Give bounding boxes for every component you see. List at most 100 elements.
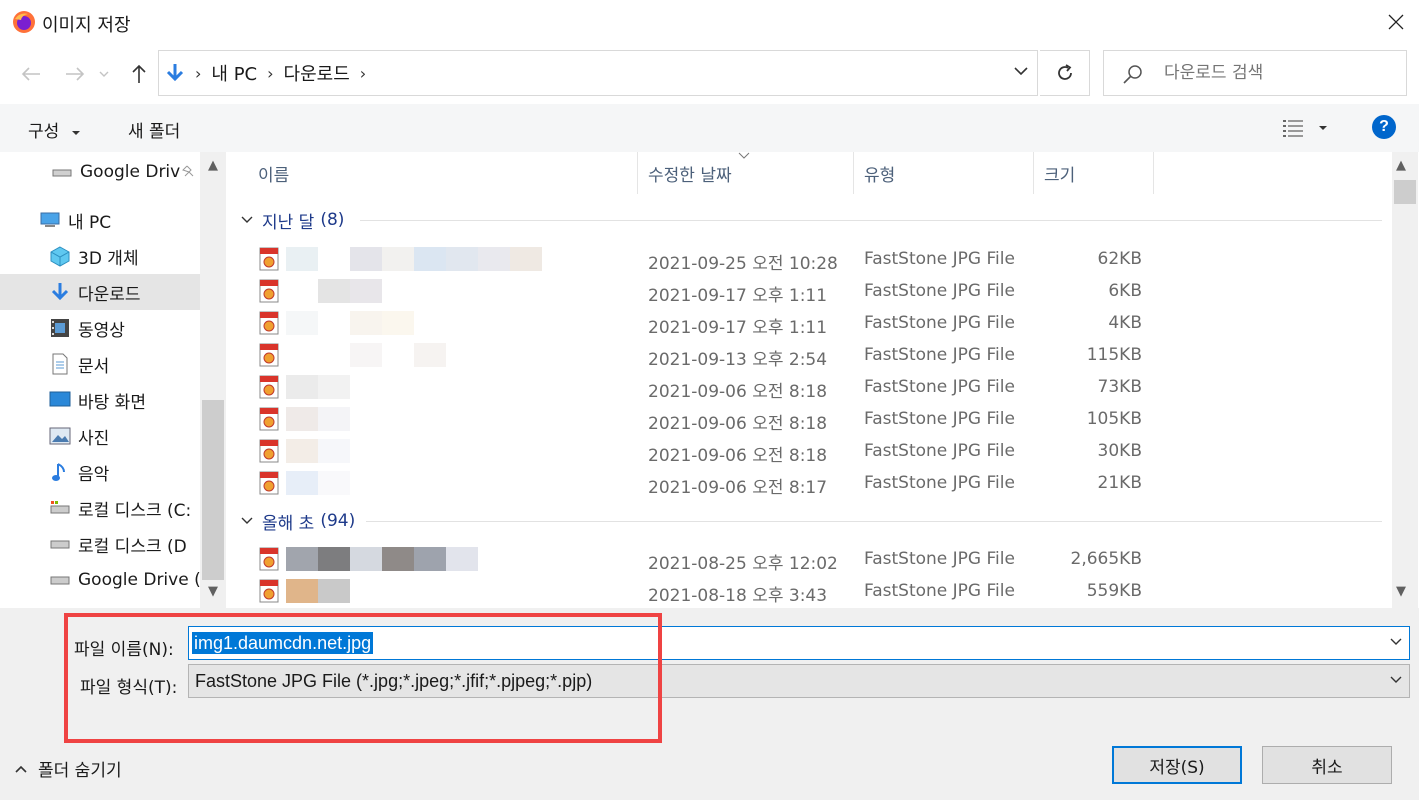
- group-header-last-month[interactable]: 지난 달 (8): [240, 205, 344, 235]
- forward-button[interactable]: [60, 58, 90, 90]
- sidebar-item-3d-objects[interactable]: 3D 개체: [0, 238, 200, 274]
- file-size: 73KB: [1097, 377, 1142, 397]
- sidebar-item-google-drive[interactable]: Google Driv: [0, 154, 200, 190]
- column-header-modified-label: 수정한 날짜: [648, 165, 732, 186]
- column-header-name[interactable]: 이름: [248, 152, 638, 194]
- save-button[interactable]: 저장(S): [1112, 746, 1242, 784]
- refresh-icon: [1057, 64, 1072, 80]
- file-row[interactable]: 2021-09-06 오전 8:18 FastStone JPG File 105K…: [230, 403, 1380, 435]
- caret-down-icon: [1319, 126, 1327, 130]
- sidebar-item-videos[interactable]: 동영상: [0, 310, 200, 346]
- chevron-down-icon[interactable]: [1013, 63, 1029, 79]
- sidebar-item-label: 음악: [78, 464, 110, 485]
- jpg-file-icon: [258, 547, 280, 571]
- cancel-button[interactable]: 취소: [1262, 746, 1392, 784]
- sidebar-item-pc[interactable]: 내 PC: [0, 202, 200, 238]
- file-type: FastStone JPG File: [864, 249, 1015, 269]
- jpg-file-icon: [258, 247, 280, 271]
- jpg-file-icon: [258, 279, 280, 303]
- file-modified-date: 2021-09-17 오후 1:11: [648, 286, 828, 306]
- breadcrumb-separator-icon: ›: [195, 63, 202, 83]
- scroll-down-icon[interactable]: ▼: [204, 584, 222, 602]
- highlight-annotation-box: [64, 613, 662, 743]
- sidebar-item-local-disk-c[interactable]: 로컬 디스크 (C:: [0, 490, 200, 526]
- column-header-size[interactable]: 크기: [1034, 152, 1154, 194]
- file-size: 105KB: [1086, 409, 1142, 429]
- scrollbar-thumb[interactable]: [1394, 180, 1416, 204]
- document-icon: [48, 353, 72, 375]
- column-header-type[interactable]: 유형: [854, 152, 1034, 194]
- sidebar-item-downloads[interactable]: 다운로드: [0, 274, 200, 310]
- file-row[interactable]: 2021-09-13 오후 2:54 FastStone JPG File 115K…: [230, 339, 1380, 371]
- file-size: 115KB: [1086, 345, 1142, 365]
- new-folder-button[interactable]: 새 폴더: [128, 117, 180, 142]
- file-row[interactable]: 2021-08-25 오후 12:02 FastStone JPG File 2,6…: [230, 543, 1380, 575]
- sidebar-scrollbar[interactable]: ▲ ▼: [200, 152, 226, 608]
- recent-locations-button[interactable]: [94, 58, 114, 90]
- column-header-modified[interactable]: 수정한 날짜: [638, 152, 854, 194]
- sort-indicator-icon: [738, 152, 750, 159]
- scrollbar-thumb[interactable]: [202, 400, 224, 580]
- scroll-up-icon[interactable]: ▲: [204, 158, 222, 176]
- breadcrumb-separator-icon: ›: [267, 63, 274, 83]
- view-options-button[interactable]: [1282, 118, 1328, 138]
- back-button[interactable]: [16, 58, 46, 90]
- blurred-filename: [286, 247, 542, 271]
- pc-icon: [38, 209, 62, 231]
- file-modified-date: 2021-09-06 오전 8:18: [648, 382, 828, 402]
- group-header-early-this-year[interactable]: 올해 초 (94): [240, 506, 355, 536]
- file-row[interactable]: 2021-09-06 오전 8:17 FastStone JPG File 21KB: [230, 467, 1380, 499]
- breadcrumb-separator-icon: ›: [359, 63, 367, 83]
- file-row[interactable]: 2021-09-17 오후 1:11 FastStone JPG File 6KB: [230, 275, 1380, 307]
- group-divider: [366, 521, 1382, 522]
- search-input[interactable]: [1164, 59, 1394, 87]
- sidebar-item-documents[interactable]: 문서: [0, 346, 200, 382]
- scroll-down-icon[interactable]: ▼: [1396, 584, 1406, 599]
- help-button[interactable]: ?: [1372, 115, 1396, 139]
- jpg-file-icon: [258, 311, 280, 335]
- music-icon: [48, 461, 72, 483]
- blurred-filename: [286, 579, 350, 603]
- file-row[interactable]: 2021-09-06 오전 8:18 FastStone JPG File 30KB: [230, 435, 1380, 467]
- organize-button[interactable]: 구성: [28, 117, 81, 142]
- sidebar-item-label: 로컬 디스크 (D: [78, 536, 187, 557]
- search-box[interactable]: [1103, 50, 1407, 96]
- sidebar-item-label: 바탕 화면: [78, 392, 146, 413]
- file-modified-date: 2021-08-18 오후 3:43: [648, 586, 828, 606]
- address-bar[interactable]: › 내 PC › 다운로드 ›: [158, 50, 1038, 96]
- file-row[interactable]: 2021-09-25 오전 10:28 FastStone JPG File 62K…: [230, 243, 1380, 275]
- sidebar-item-pictures[interactable]: 사진: [0, 418, 200, 454]
- file-row[interactable]: 2021-08-18 오후 3:43 FastStone JPG File 559K…: [230, 575, 1380, 607]
- sidebar-item-desktop[interactable]: 바탕 화면: [0, 382, 200, 418]
- file-row[interactable]: 2021-09-17 오후 1:11 FastStone JPG File 4KB: [230, 307, 1380, 339]
- disk-icon: [48, 497, 72, 519]
- sidebar-item-local-disk-d[interactable]: 로컬 디스크 (D: [0, 526, 200, 562]
- blurred-filename: [286, 343, 446, 367]
- file-list-scrollbar[interactable]: ▲ ▼: [1392, 152, 1418, 608]
- download-icon: [48, 281, 72, 303]
- file-modified-date: 2021-09-06 오전 8:18: [648, 446, 828, 466]
- up-button[interactable]: [124, 58, 154, 90]
- video-icon: [48, 317, 72, 339]
- file-type: FastStone JPG File: [864, 345, 1015, 365]
- breadcrumb-downloads[interactable]: 다운로드: [284, 60, 350, 86]
- refresh-button[interactable]: [1040, 50, 1090, 96]
- chevron-down-icon: [99, 71, 109, 77]
- file-row[interactable]: 2021-09-06 오전 8:18 FastStone JPG File 73KB: [230, 371, 1380, 403]
- 3d-objects-icon: [48, 245, 72, 267]
- chevron-down-icon[interactable]: [1389, 635, 1403, 649]
- sidebar-item-google-drive-2[interactable]: Google Drive (: [0, 562, 200, 598]
- file-size: 21KB: [1097, 473, 1142, 493]
- file-type: FastStone JPG File: [864, 313, 1015, 333]
- sidebar-item-label: Google Drive (: [78, 570, 200, 590]
- scroll-up-icon[interactable]: ▲: [1396, 158, 1406, 173]
- file-type: FastStone JPG File: [864, 409, 1015, 429]
- chevron-down-icon: [241, 517, 253, 524]
- sidebar-item-music[interactable]: 음악: [0, 454, 200, 490]
- organize-label: 구성: [28, 122, 60, 142]
- breadcrumb-pc[interactable]: 내 PC: [211, 60, 257, 86]
- sidebar-item-label: 내 PC: [68, 212, 112, 233]
- close-button[interactable]: [1373, 0, 1419, 44]
- hide-folders-button[interactable]: 폴더 숨기기: [14, 756, 122, 781]
- navigation-pane: Google Driv 내 PC 3D 개체 다운로드 동영상 문서 바탕 화면…: [0, 152, 230, 608]
